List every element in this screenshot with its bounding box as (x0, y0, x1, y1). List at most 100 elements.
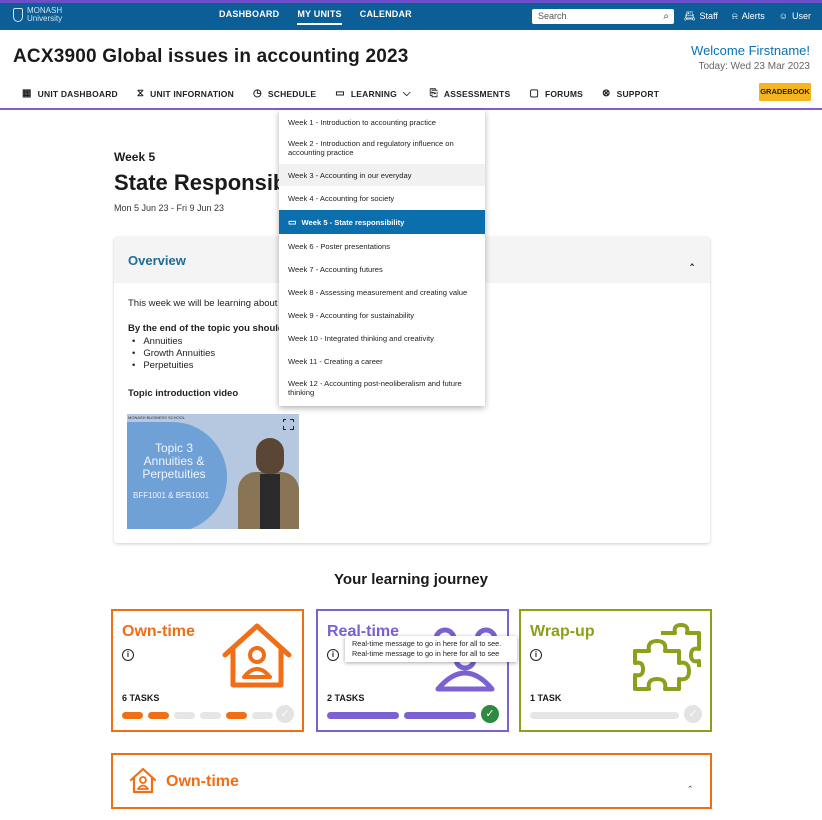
check-icon: ✓ (276, 705, 294, 723)
task-progress-5 (226, 712, 247, 719)
info-icon[interactable]: i (122, 649, 134, 661)
check-icon: ✓ (481, 705, 499, 723)
tab-label: UNIT INFORNATION (150, 88, 234, 99)
hourglass-icon: ⧖ (136, 88, 145, 99)
tooltip-line1: Real-time message to go in here for all … (352, 639, 502, 648)
tab-learning[interactable]: ▭ LEARNING ⌵ (335, 88, 410, 99)
clock-icon: ◷ (252, 88, 262, 99)
tab-unit-information[interactable]: ⧖ UNIT INFORNATION (137, 88, 234, 99)
top-bar: MONASH University DASHBOARD MY UNITS CAL… (0, 0, 822, 30)
overview-objectives: By the end of the topic you should un (128, 323, 298, 334)
staff-label: Staff (699, 11, 718, 21)
tab-label: SCHEDULE (267, 88, 317, 99)
staff-link[interactable]: 📇︎ Staff (684, 11, 718, 22)
crest-icon (13, 8, 23, 22)
card-title: Wrap-up (530, 623, 595, 640)
overview-intro: This week we will be learning about A (128, 298, 286, 309)
own-time-card[interactable]: Own-time i 6 TASKS ✓ (111, 609, 304, 732)
tab-label: LEARNING (350, 88, 397, 99)
dropdown-week-10[interactable]: Week 10 - Integrated thinking and creati… (279, 327, 485, 349)
card-tasks: 2 TASKS (327, 693, 365, 703)
logo-line2: University (27, 14, 63, 23)
chevron-up-icon[interactable]: ‸ (690, 253, 694, 266)
card-title: Own-time (122, 623, 195, 640)
video-title-line3: Perpetuities (142, 467, 206, 481)
tab-forums[interactable]: ▢ FORUMS (529, 88, 583, 99)
presenter-head (256, 438, 284, 474)
dropdown-week-9[interactable]: Week 9 - Accounting for sustainability (279, 304, 485, 326)
dropdown-week-4[interactable]: Week 4 - Accounting for society (279, 187, 485, 209)
nav-calendar[interactable]: CALENDAR (360, 9, 412, 25)
list-item: Growth Annuities (128, 348, 215, 360)
task-progress-4 (200, 712, 221, 719)
book-icon: ▭ (335, 88, 345, 99)
gradebook-button[interactable]: GRADEBOOK (759, 83, 811, 101)
week-title: State Responsibility (114, 170, 279, 195)
chat-icon: ▢ (529, 88, 539, 99)
lifebuoy-icon: ⊗ (602, 88, 611, 99)
real-time-card[interactable]: Real-time i 2 TASKS ✓ (316, 609, 509, 732)
welcome-block: Welcome Firstname! Today: Wed 23 Mar 202… (691, 43, 810, 72)
real-time-tooltip: Real-time message to go in here for all … (345, 636, 517, 662)
tab-assessments[interactable]: ⎘ ASSESSMENTS (430, 88, 511, 99)
dropdown-week-7[interactable]: Week 7 - Accounting futures (279, 258, 485, 280)
task-progress-1 (530, 712, 679, 719)
top-nav: DASHBOARD MY UNITS CALENDAR (219, 9, 412, 25)
info-icon[interactable]: i (530, 649, 542, 661)
user-link[interactable]: ☺ User (779, 11, 811, 22)
dropdown-week-5[interactable]: ▭ Week 5 - State responsibility (279, 210, 485, 234)
nav-dashboard[interactable]: DASHBOARD (219, 9, 279, 25)
bell-icon: ⍾ (731, 11, 738, 21)
user-label: User (791, 11, 811, 21)
chevron-up-icon[interactable]: ‸ (688, 775, 692, 788)
list-item: Perpetuities (128, 360, 215, 372)
dropdown-week-1[interactable]: Week 1 - Introduction to accounting prac… (279, 112, 485, 132)
task-progress-6 (252, 712, 273, 719)
tab-label: FORUMS (544, 88, 583, 99)
search-input[interactable]: Search ⌕ (532, 9, 674, 24)
welcome-text: Welcome Firstname! (691, 43, 810, 58)
dropdown-week-8[interactable]: Week 8 - Assessing measurement and creat… (279, 281, 485, 303)
puzzle-icon (633, 623, 701, 691)
dropdown-week-11[interactable]: Week 11 - Creating a career (279, 350, 485, 372)
week-dates: Mon 5 Jun 23 - Fri 9 Jun 23 (114, 203, 225, 213)
video-codes: BFF1001 & BFB1001 (133, 491, 210, 500)
card-tasks: 6 TASKS (122, 693, 160, 703)
dropdown-week-5-label: Week 5 - State responsibility (301, 217, 405, 227)
nav-my-units[interactable]: MY UNITS (297, 9, 342, 25)
video-title: Topic 3 Annuities & Perpetuities (133, 442, 215, 481)
intro-video[interactable]: MONASH BUSINESS SCHOOL Topic 3 Annuities… (127, 414, 299, 529)
own-time-panel[interactable]: Own-time ‸ (111, 753, 712, 809)
tab-support[interactable]: ⊗ SUPPORT (602, 88, 659, 99)
overview-heading: Overview (128, 253, 186, 268)
assessment-icon: ⎘ (429, 88, 438, 99)
fullscreen-icon[interactable] (281, 417, 295, 431)
wrap-up-card[interactable]: Wrap-up i 1 TASK ✓ (519, 609, 712, 732)
alerts-link[interactable]: ⍾ Alerts (732, 11, 765, 22)
tab-schedule[interactable]: ◷ SCHEDULE (253, 88, 316, 99)
check-icon: ✓ (684, 705, 702, 723)
objectives-list: Annuities Growth Annuities Perpetuities (128, 336, 215, 372)
video-corner-text: MONASH BUSINESS SCHOOL (128, 415, 185, 420)
monash-logo[interactable]: MONASH University (13, 7, 62, 23)
presenter (238, 438, 299, 529)
house-person-icon (129, 767, 157, 794)
tab-label: ASSESSMENTS (443, 88, 511, 99)
tab-unit-dashboard[interactable]: ▦ UNIT DASHBOARD (22, 88, 118, 99)
tab-label: UNIT DASHBOARD (37, 88, 118, 99)
info-icon[interactable]: i (327, 649, 339, 661)
dropdown-week-2[interactable]: Week 2 - Introduction and regulatory inf… (279, 134, 485, 162)
week-label: Week 5 (114, 150, 156, 164)
dropdown-week-6[interactable]: Week 6 - Poster presentations (279, 235, 485, 257)
own-time-panel-title: Own-time (166, 773, 239, 790)
task-progress-1 (327, 712, 399, 719)
task-progress-3 (174, 712, 195, 719)
task-progress-2 (404, 712, 476, 719)
task-progress-1 (122, 712, 143, 719)
journey-heading: Your learning journey (334, 571, 488, 588)
dropdown-week-12[interactable]: Week 12 - Accounting post-neoliberalism … (279, 374, 485, 402)
list-item: Annuities (128, 336, 215, 348)
search-icon[interactable]: ⌕ (663, 11, 669, 22)
user-icon: ☺ (778, 11, 788, 21)
dropdown-week-3[interactable]: Week 3 - Accounting in our everyday (279, 164, 485, 186)
